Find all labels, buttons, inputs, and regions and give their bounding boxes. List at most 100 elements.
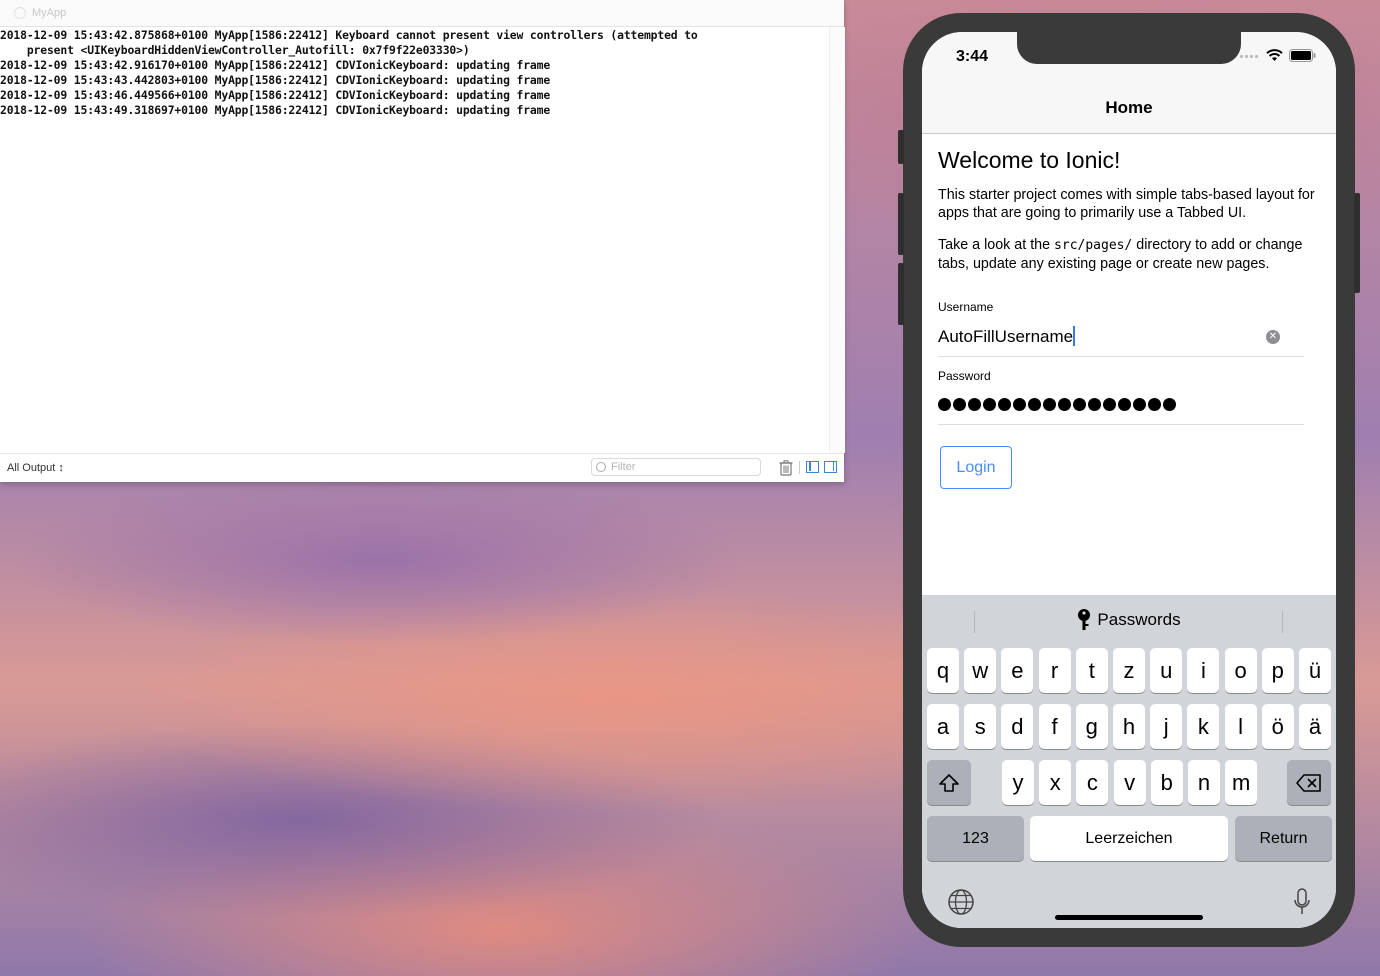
key-ö[interactable]: ö [1261,704,1294,749]
key-v[interactable]: v [1113,760,1146,805]
text-caret [1073,326,1076,346]
password-dot [1028,398,1041,411]
backspace-icon [1296,773,1321,792]
keyboard-suggestion-bar: Passwords [922,595,1336,645]
log-line: 2018-12-09 15:43:42.875868+0100 MyApp[15… [0,28,698,42]
space-key[interactable]: Leerzeichen [1030,816,1228,861]
username-label: Username [938,300,994,314]
passwords-button[interactable]: Passwords [1077,609,1181,631]
key-t[interactable]: t [1075,648,1108,693]
show-right-pane-icon[interactable] [824,461,837,473]
key-h[interactable]: h [1113,704,1145,749]
console-log-output[interactable]: 2018-12-09 15:43:42.875868+0100 MyApp[15… [0,28,828,118]
toolbar-divider [799,461,800,474]
key-ü[interactable]: ü [1299,648,1331,693]
instructions-paragraph: Take a look at the src/pages/ directory … [938,237,1303,272]
power-button[interactable] [1354,193,1360,293]
key-u[interactable]: u [1150,648,1183,693]
shift-key[interactable] [927,760,971,805]
key-z[interactable]: z [1113,648,1145,693]
key-j[interactable]: j [1150,704,1183,749]
bar-divider [1282,611,1283,633]
key-f[interactable]: f [1038,704,1071,749]
username-field[interactable]: Username AutoFillUsername ✕ [938,298,1304,357]
password-dot [1058,398,1071,411]
wifi-icon [1266,49,1283,61]
key-ä[interactable]: ä [1299,704,1331,749]
password-dot [998,398,1011,411]
home-indicator[interactable] [1055,915,1203,920]
nav-bar: Home [922,82,1336,134]
password-dot [938,398,951,411]
console-scrollbar[interactable] [829,27,845,453]
key-p[interactable]: p [1261,648,1294,693]
login-button[interactable]: Login [940,446,1012,489]
console-title: MyApp [32,7,67,19]
welcome-heading: Welcome to Ionic! [938,147,1121,173]
show-left-pane-icon[interactable] [806,461,819,473]
console-titlebar: MyApp [0,0,844,27]
output-select[interactable]: All Output ↕ [7,462,64,474]
console-bottom-bar: All Output ↕ Filter [0,453,844,482]
key-a[interactable]: a [927,704,959,749]
password-dot [1103,398,1116,411]
mute-switch[interactable] [898,130,904,164]
key-g[interactable]: g [1075,704,1108,749]
log-line: 2018-12-09 15:43:42.916170+0100 MyApp[15… [0,58,551,72]
key-k[interactable]: k [1187,704,1220,749]
key-o[interactable]: o [1224,648,1257,693]
password-input[interactable] [938,398,1176,411]
shift-icon [939,773,959,792]
volume-down-button[interactable] [898,263,904,325]
password-field[interactable]: Password [938,367,1304,425]
log-line: present <UIKeyboardHiddenViewController_… [0,43,470,57]
filter-icon [596,462,606,472]
key-m[interactable]: m [1225,760,1258,805]
signal-icon [1240,54,1258,58]
key-d[interactable]: d [1001,704,1034,749]
key-e[interactable]: e [1001,648,1034,693]
password-dot [953,398,966,411]
home-content: Welcome to Ionic! This starter project c… [938,133,1320,287]
numbers-key[interactable]: 123 [927,816,1024,861]
password-dot [1013,398,1026,411]
key-i[interactable]: i [1187,648,1220,693]
key-c[interactable]: c [1076,760,1109,805]
battery-icon [1289,49,1316,62]
log-line: 2018-12-09 15:43:49.318697+0100 MyApp[15… [0,103,551,117]
key-q[interactable]: q [927,648,959,693]
log-line: 2018-12-09 15:43:43.442803+0100 MyApp[15… [0,73,551,87]
key-w[interactable]: w [964,648,997,693]
password-dot [1073,398,1086,411]
key-x[interactable]: x [1039,760,1072,805]
password-dot [1043,398,1056,411]
globe-icon[interactable] [947,888,975,916]
backspace-key[interactable] [1287,760,1331,805]
password-dot [968,398,981,411]
password-dot [1133,398,1146,411]
key-s[interactable]: s [964,704,997,749]
filter-input[interactable]: Filter [591,458,761,476]
intro-paragraph: This starter project comes with simple t… [938,187,1315,221]
iphone-simulator: 3:44 Home Welcome to Ionic! This starter… [898,13,1360,947]
volume-up-button[interactable] [898,193,904,255]
return-key[interactable]: Return [1235,816,1332,861]
password-dot [1088,398,1101,411]
key-l[interactable]: l [1224,704,1257,749]
key-b[interactable]: b [1150,760,1183,805]
app-icon [14,7,26,19]
password-dot [1118,398,1131,411]
onscreen-keyboard: Passwords 123 Leerzeichen Return q w e r… [922,595,1336,928]
password-dot [1163,398,1176,411]
debug-console-window: MyApp 2018-12-09 15:43:42.875868+0100 My… [0,0,845,482]
clear-input-icon[interactable]: ✕ [1266,330,1280,344]
log-line: 2018-12-09 15:43:46.449566+0100 MyApp[15… [0,88,551,102]
username-input[interactable]: AutoFillUsername [938,326,1076,347]
code-path: src/pages/ [1054,238,1133,253]
filter-placeholder: Filter [611,461,636,473]
microphone-icon[interactable] [1293,888,1311,916]
key-n[interactable]: n [1188,760,1220,805]
trash-icon[interactable] [779,460,793,476]
key-r[interactable]: r [1038,648,1071,693]
key-y[interactable]: y [1002,760,1034,805]
